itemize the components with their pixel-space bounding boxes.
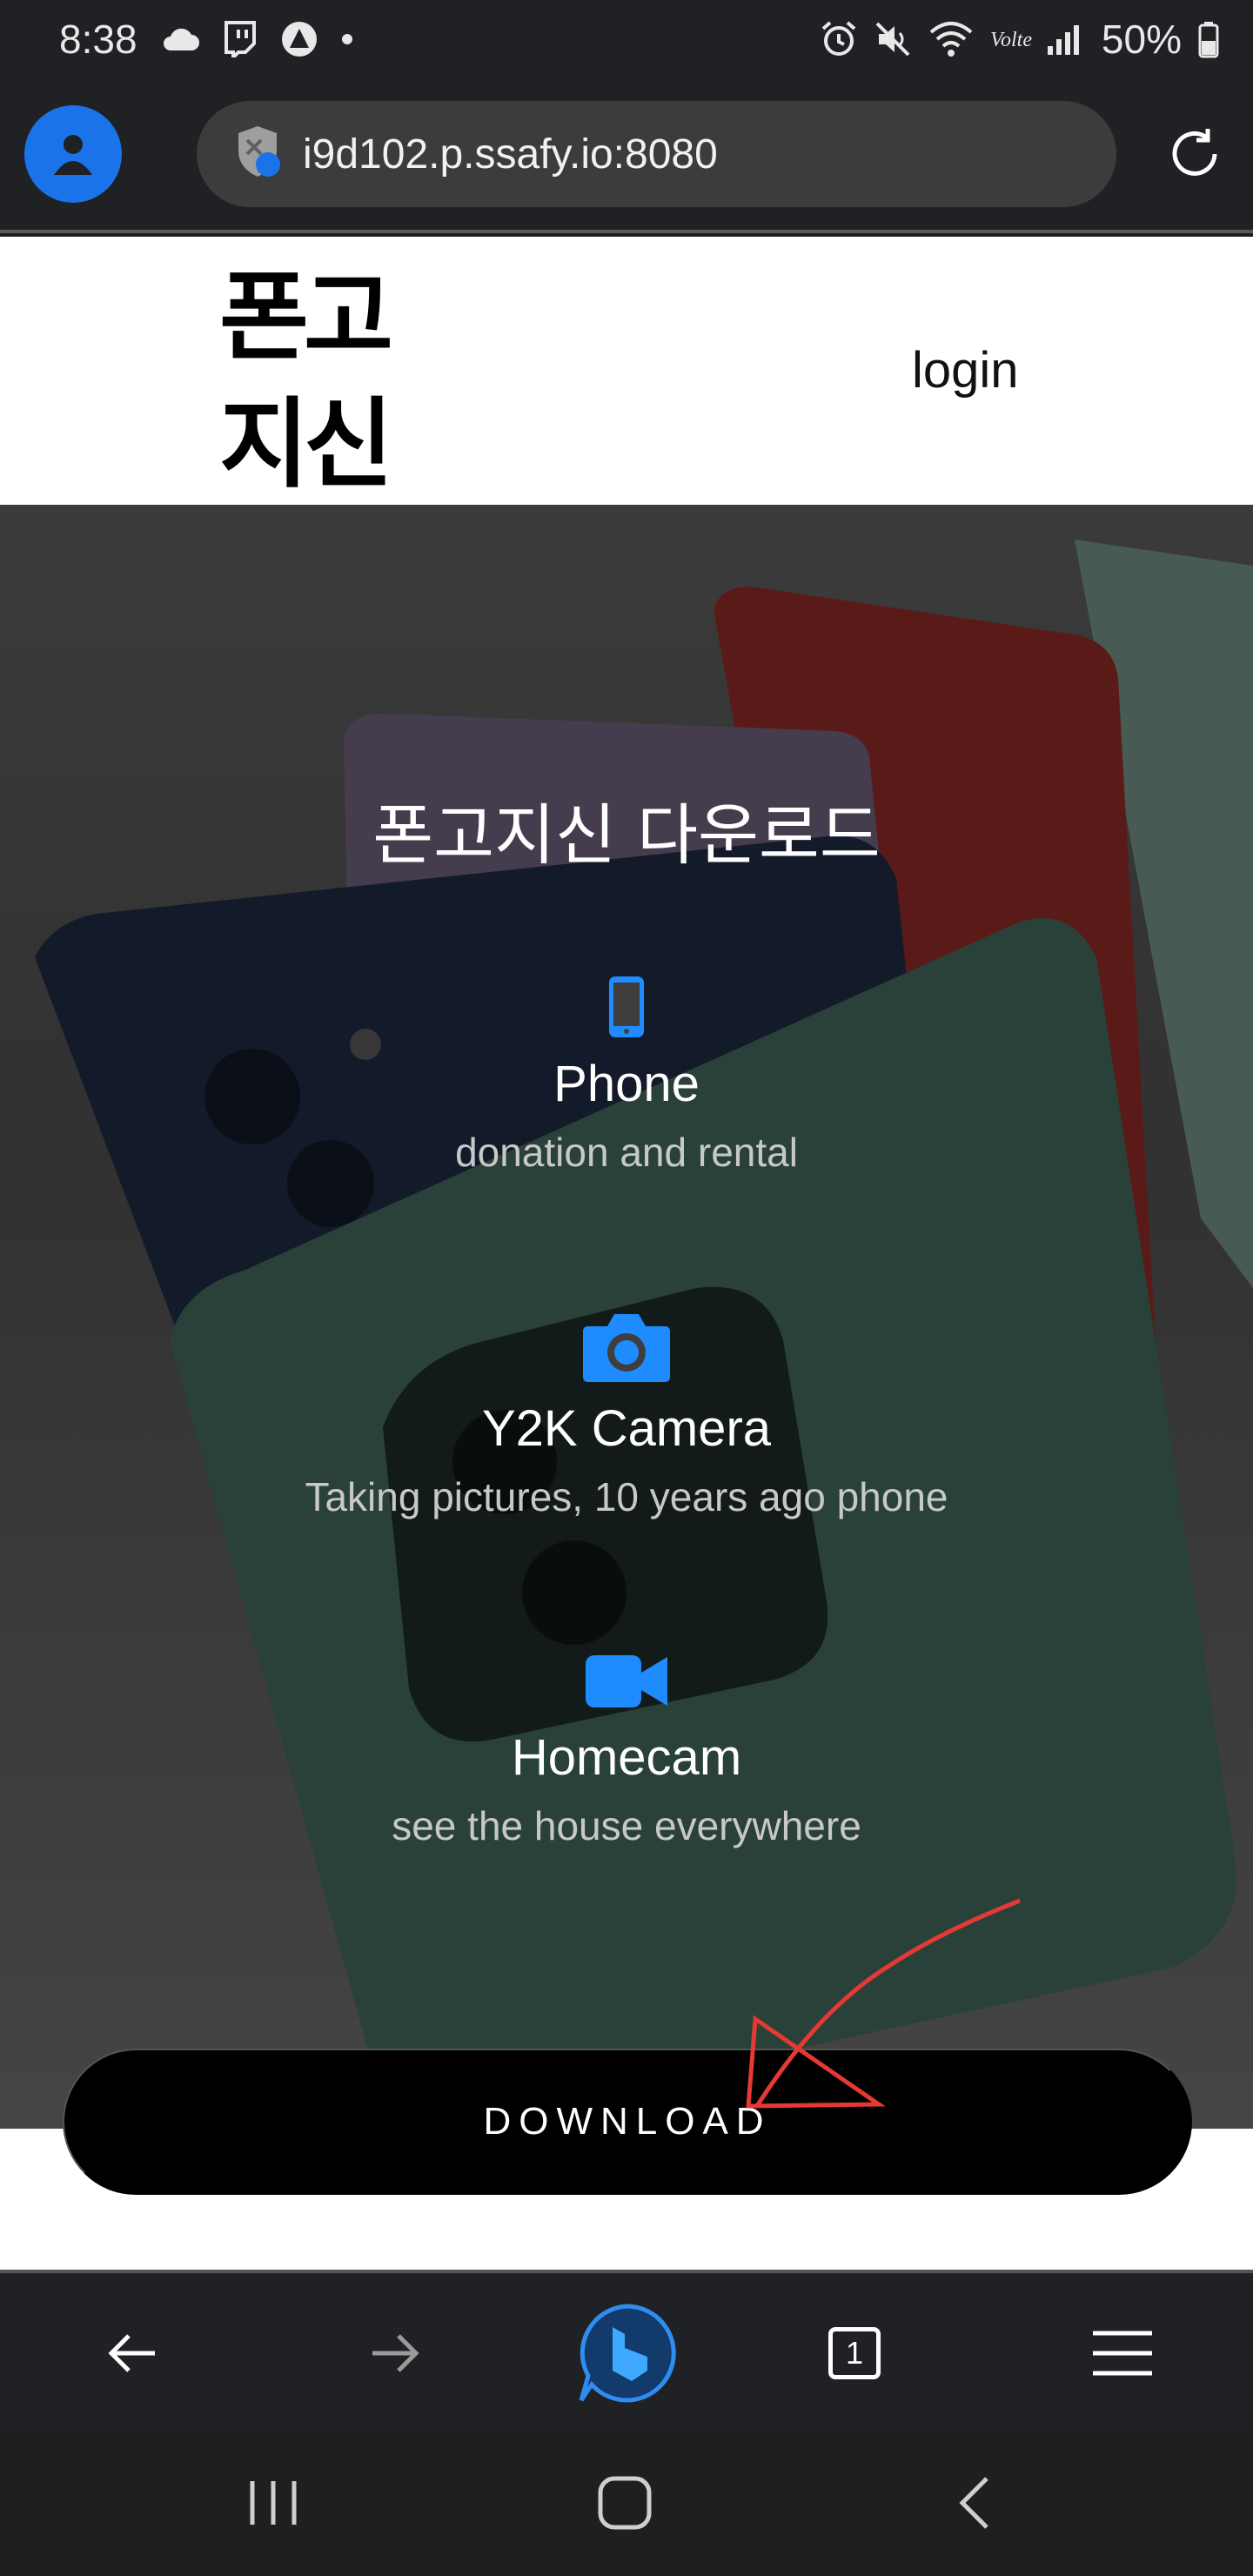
bing-chat-icon xyxy=(579,2304,676,2403)
url-text: i9d102.p.ssafy.io:8080 xyxy=(303,131,718,178)
bing-chat-button[interactable] xyxy=(557,2273,696,2433)
home-icon xyxy=(598,2476,652,2530)
address-bar[interactable]: i9d102.p.ssafy.io:8080 xyxy=(197,101,1117,207)
wifi-icon xyxy=(928,20,975,58)
feature-camera: Y2K Camera Taking pictures, 10 years ago… xyxy=(0,1307,1253,1520)
system-back-button[interactable] xyxy=(896,2430,1053,2576)
login-link[interactable]: login xyxy=(912,341,1019,399)
home-button[interactable] xyxy=(546,2430,703,2576)
chevron-left-icon xyxy=(959,2477,988,2529)
feature-subtitle: Taking pictures, 10 years ago phone xyxy=(305,1474,948,1519)
mute-icon xyxy=(874,20,912,58)
tabs-button[interactable]: 1 xyxy=(785,2273,924,2433)
menu-button[interactable] xyxy=(1053,2273,1192,2433)
recent-apps-icon xyxy=(250,2481,297,2525)
logo-line-1: 폰고 xyxy=(219,261,393,374)
hamburger-menu-icon xyxy=(1093,2331,1152,2376)
status-left: 8:38 xyxy=(59,16,353,63)
download-button[interactable]: DOWNLOAD xyxy=(63,2049,1192,2195)
browser-address-row: i9d102.p.ssafy.io:8080 xyxy=(0,78,1253,233)
tab-count: 1 xyxy=(828,2327,881,2379)
feature-title: Phone xyxy=(553,1056,700,1112)
status-right: Volte 50% xyxy=(820,16,1220,63)
logo-line-2: 지신 xyxy=(219,388,393,501)
person-icon xyxy=(54,135,92,175)
more-notifications-dot-icon xyxy=(341,33,353,45)
arrow-right-icon xyxy=(372,2334,419,2372)
camera-icon xyxy=(583,1314,670,1382)
hero-content: 폰고지신 다운로드 Phone donation and rental Y2K … xyxy=(0,505,1253,2129)
status-bar: 8:38 Volte 50% xyxy=(0,0,1253,78)
twitch-icon xyxy=(223,21,258,57)
site-header: 폰고 지신 login xyxy=(0,237,1253,505)
profile-avatar-button[interactable] xyxy=(24,105,122,203)
refresh-icon xyxy=(1172,129,1216,176)
volte-signal-icon: Volte xyxy=(990,20,1086,58)
feature-phone: Phone donation and rental xyxy=(0,975,1253,1176)
back-button[interactable] xyxy=(63,2273,202,2433)
feature-title: Homecam xyxy=(511,1729,742,1786)
android-navigation-bar xyxy=(0,2430,1253,2576)
status-time: 8:38 xyxy=(59,17,137,62)
recent-apps-button[interactable] xyxy=(195,2430,352,2576)
cloud-icon xyxy=(160,26,200,52)
refresh-button[interactable] xyxy=(1160,119,1229,189)
feature-subtitle: see the house everywhere xyxy=(392,1803,861,1848)
volte-label: Volte xyxy=(990,29,1032,51)
mobile-phone-icon xyxy=(609,976,644,1037)
video-camera-icon xyxy=(586,1655,667,1707)
feature-title: Y2K Camera xyxy=(481,1400,772,1457)
forward-button[interactable] xyxy=(325,2273,465,2433)
security-shield-icon[interactable] xyxy=(235,124,284,184)
browser-bottom-toolbar: 1 xyxy=(0,2270,1253,2430)
feature-subtitle: donation and rental xyxy=(455,1130,798,1175)
arrow-left-icon xyxy=(108,2334,155,2372)
hero-section: 폰고지신 다운로드 Phone donation and rental Y2K … xyxy=(0,505,1253,2129)
alarm-icon xyxy=(820,20,858,58)
app-notification-icon xyxy=(280,20,318,58)
hero-title: 폰고지신 다운로드 xyxy=(372,796,881,874)
battery-percent: 50% xyxy=(1101,17,1182,62)
site-logo[interactable]: 폰고 지신 xyxy=(219,254,402,508)
battery-icon xyxy=(1197,20,1220,58)
feature-homecam: Homecam see the house everywhere xyxy=(0,1650,1253,1849)
